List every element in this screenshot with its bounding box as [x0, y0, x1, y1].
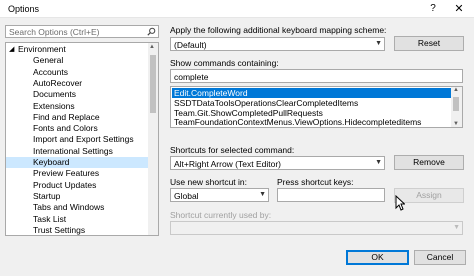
tree-item[interactable]: Tabs and Windows — [6, 202, 149, 213]
chevron-down-icon: ▼ — [375, 159, 382, 166]
tree-item[interactable]: Task List — [6, 214, 149, 225]
press-keys-input[interactable] — [277, 188, 385, 202]
tree-item[interactable]: Extensions — [6, 101, 149, 112]
tree-item-label: Extensions — [33, 100, 75, 111]
search-placeholder: Search Options (Ctrl+E) — [9, 27, 100, 37]
help-button[interactable]: ? — [423, 1, 443, 17]
tree-item-label: Environment — [18, 44, 66, 54]
tree-item[interactable]: International Settings — [6, 146, 149, 157]
command-list-item[interactable]: TeamFoundationContextMenus.ViewOptions.H… — [172, 117, 451, 127]
tree-item[interactable]: AutoRecover — [6, 78, 149, 89]
tree-item[interactable]: Import and Export Settings — [6, 134, 149, 145]
title-bar: Options ? ✕ — [0, 0, 474, 18]
commands-scrollbar[interactable]: ▲ ▼ — [451, 87, 462, 127]
command-filter-value: complete — [174, 72, 209, 82]
command-filter-input[interactable]: complete — [170, 69, 463, 83]
options-tree[interactable]: ◢ Environment General Accounts AutoRecover Do… — [5, 42, 159, 236]
tree-item-label: Product Updates — [33, 179, 97, 190]
tree-item[interactable]: General — [6, 55, 149, 66]
expand-arrow-icon[interactable]: ◢ — [9, 44, 14, 55]
scroll-thumb[interactable] — [150, 55, 156, 113]
used-by-label: Shortcut currently used by: — [170, 210, 272, 220]
command-list-item[interactable]: SSDTDataToolsOperationsClearCompletedIte… — [172, 98, 451, 108]
scroll-down-icon[interactable]: ▼ — [453, 121, 459, 127]
tree-item[interactable]: Startup — [6, 191, 149, 202]
use-in-value: Global — [174, 191, 199, 201]
tree-item-label: Task List — [33, 213, 67, 224]
tree-item[interactable]: Product Updates — [6, 180, 149, 191]
command-list-item[interactable]: Edit.CompleteWord — [172, 88, 451, 98]
scroll-up-icon[interactable]: ▲ — [453, 87, 459, 93]
tree-item[interactable]: Accounts — [6, 67, 149, 78]
tree-item-label: Preview Features — [33, 168, 100, 179]
tree-item-label: Accounts — [33, 66, 68, 77]
tree-item-label: Tabs and Windows — [33, 202, 105, 213]
shortcuts-select[interactable]: Alt+Right Arrow (Text Editor) ▼ — [170, 156, 385, 170]
mouse-cursor-icon — [395, 194, 406, 211]
use-in-label: Use new shortcut in: — [170, 177, 248, 187]
shortcuts-label: Shortcuts for selected command: — [170, 145, 295, 155]
chevron-down-icon: ▼ — [259, 191, 266, 198]
scroll-thumb[interactable] — [453, 97, 459, 111]
show-commands-label: Show commands containing: — [170, 58, 279, 68]
command-list-item[interactable]: Team.Git.ShowCompletedPullRequests — [172, 108, 451, 118]
tree-item[interactable]: ◢ Environment — [6, 44, 149, 55]
cancel-button[interactable]: Cancel — [414, 250, 466, 265]
mapping-scheme-select[interactable]: (Default) ▼ — [170, 37, 385, 51]
mapping-scheme-label: Apply the following additional keyboard … — [170, 25, 387, 35]
window-title: Options — [8, 4, 40, 14]
used-by-select[interactable]: ▼ — [170, 221, 463, 235]
tree-item[interactable]: Fonts and Colors — [6, 123, 149, 134]
tree-item-label: General — [33, 55, 64, 66]
chevron-down-icon: ▼ — [453, 224, 460, 231]
scroll-up-icon[interactable]: ▲ — [149, 44, 155, 50]
search-input[interactable]: Search Options (Ctrl+E) — [5, 25, 159, 38]
chevron-down-icon: ▼ — [375, 40, 382, 47]
mapping-scheme-value: (Default) — [174, 40, 207, 50]
ok-button[interactable]: OK — [346, 250, 409, 265]
close-button[interactable]: ✕ — [448, 1, 470, 17]
tree-item-label: AutoRecover — [33, 77, 83, 88]
tree-item[interactable]: Trust Settings — [6, 224, 149, 235]
commands-list[interactable]: Edit.CompleteWord SSDTDataToolsOperations… — [170, 86, 463, 128]
tree-item-label: Import and Export Settings — [33, 134, 134, 145]
tree-item-label: Fonts and Colors — [33, 123, 98, 134]
press-keys-label: Press shortcut keys: — [277, 177, 354, 187]
tree-item-label: Documents — [33, 89, 76, 100]
tree-item-label: Find and Replace — [33, 111, 100, 122]
tree-item[interactable]: Keyboard — [6, 157, 149, 168]
tree-item-label: Trust Settings — [33, 224, 86, 235]
use-in-select[interactable]: Global ▼ — [170, 188, 269, 202]
remove-button[interactable]: Remove — [394, 155, 464, 170]
search-icon[interactable] — [147, 27, 156, 36]
tree-item-label: International Settings — [33, 145, 113, 156]
tree-item[interactable]: Documents — [6, 89, 149, 100]
tree-item[interactable]: Find and Replace — [6, 112, 149, 123]
shortcuts-value: Alt+Right Arrow (Text Editor) — [174, 159, 281, 169]
tree-item-label: Keyboard — [33, 157, 70, 167]
tree-scrollbar[interactable]: ▲ — [148, 43, 158, 235]
tree-item[interactable]: Preview Features — [6, 168, 149, 179]
tree-item-label: Startup — [33, 190, 61, 201]
reset-button[interactable]: Reset — [394, 36, 464, 51]
